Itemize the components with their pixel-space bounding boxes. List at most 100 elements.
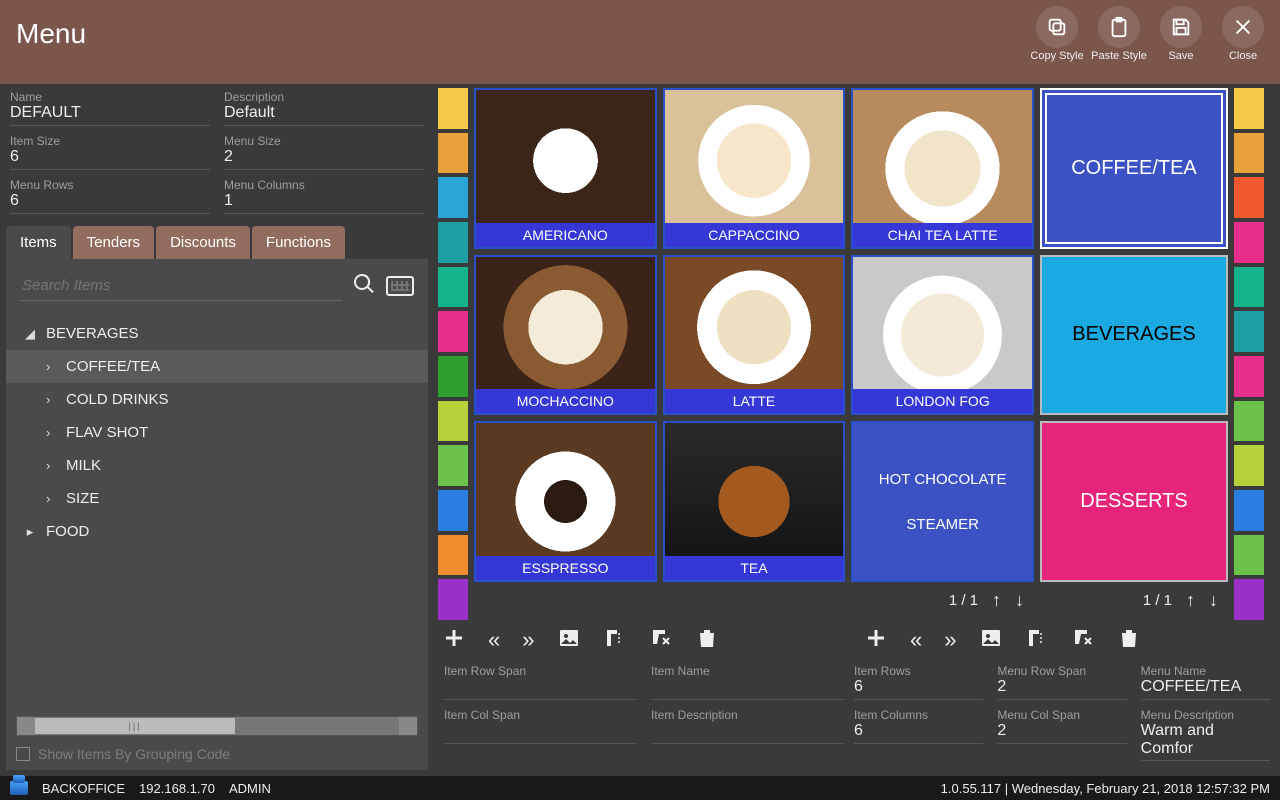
menu-page-down[interactable]: ↓ [1209,590,1218,611]
left-bottom: Show Items By Grouping Code [6,716,428,770]
page-title: Menu [0,0,86,50]
left-fields: Name DEFAULT Description Default Item Si… [0,84,434,220]
field-item columns[interactable]: Item Columns 6 [854,706,983,767]
expand-icon: ◢ [24,326,36,342]
color-swatch-right-7[interactable] [1234,401,1264,442]
tab-discounts[interactable]: Discounts [156,226,250,259]
clear-format-icon [649,637,673,654]
item-tile-mochaccino[interactable]: MOCHACCINO [474,255,657,416]
color-swatch-left-7[interactable] [438,401,468,442]
color-swatch-left-0[interactable] [438,88,468,129]
paste-style-button[interactable]: Paste Style [1090,6,1148,62]
field-item row span[interactable]: Item Row Span [444,662,637,706]
menu-tile-desserts[interactable]: DESSERTS [1040,421,1228,582]
color-swatch-right-4[interactable] [1234,267,1264,308]
search-input[interactable] [20,271,342,301]
color-swatch-left-5[interactable] [438,311,468,352]
delete-button[interactable] [695,626,719,655]
field-item rows[interactable]: Item Rows 6 [854,662,983,706]
color-swatch-left-11[interactable] [438,579,468,620]
field-menu rows[interactable]: Menu Rows 6 [10,176,210,220]
prev-button[interactable]: « [488,627,500,653]
horizontal-scrollbar[interactable] [16,716,418,736]
field-menu size[interactable]: Menu Size 2 [224,132,424,176]
color-swatch-left-2[interactable] [438,177,468,218]
image-button[interactable] [557,626,581,655]
image-button[interactable] [979,626,1003,655]
color-swatch-left-6[interactable] [438,356,468,397]
color-swatch-right-3[interactable] [1234,222,1264,263]
menu-tile-coffee-tea[interactable]: COFFEE/TEA [1040,88,1228,249]
save-button[interactable]: Save [1152,6,1210,62]
item-tile-hot-chocolate[interactable]: HOT CHOCOLATE STEAMER [851,421,1034,582]
add-button[interactable] [442,626,466,655]
tree-item-flav-shot[interactable]: › FLAV SHOT [6,416,428,449]
field-description[interactable]: Description Default [224,88,424,132]
format-button[interactable] [603,626,627,655]
tree-item-food[interactable]: ▸ FOOD [6,515,428,548]
color-swatch-right-5[interactable] [1234,311,1264,352]
search-icon[interactable] [352,272,376,301]
lower-fields-right: Item Rows 6 Menu Row Span 2 Menu Name CO… [854,662,1270,767]
item-page-up[interactable]: ↑ [992,590,1001,611]
tab-functions[interactable]: Functions [252,226,345,259]
color-swatch-right-2[interactable] [1234,177,1264,218]
copy-style-button[interactable]: Copy Style [1028,6,1086,62]
item-page-down[interactable]: ↓ [1015,590,1024,611]
delete-icon [695,637,719,654]
tree-item-coffee-tea[interactable]: › COFFEE/TEA [6,350,428,383]
item-tile-tea[interactable]: TEA [663,421,846,582]
grouping-code-checkbox[interactable]: Show Items By Grouping Code [16,746,418,762]
menu-page-up[interactable]: ↑ [1186,590,1195,611]
field-item description[interactable]: Item Description [651,706,844,750]
item-tile-latte[interactable]: LATTE [663,255,846,416]
color-swatch-left-9[interactable] [438,490,468,531]
field-menu description[interactable]: Menu Description Warm and Comfor [1141,706,1270,767]
color-swatch-right-10[interactable] [1234,535,1264,576]
field-menu row span[interactable]: Menu Row Span 2 [997,662,1126,706]
add-button[interactable] [864,626,888,655]
tree-item-beverages[interactable]: ◢ BEVERAGES [6,317,428,350]
field-item col span[interactable]: Item Col Span [444,706,637,750]
color-swatch-right-9[interactable] [1234,490,1264,531]
color-swatch-left-1[interactable] [438,133,468,174]
color-swatch-right-11[interactable] [1234,579,1264,620]
color-swatch-left-4[interactable] [438,267,468,308]
footer-ip: 192.168.1.70 [139,781,215,796]
color-swatch-left-3[interactable] [438,222,468,263]
field-item name[interactable]: Item Name [651,662,844,706]
chevron-right-icon: › [46,458,56,473]
item-tile-cappaccino[interactable]: CAPPACCINO [663,88,846,249]
tab-tenders[interactable]: Tenders [73,226,154,259]
color-swatch-right-8[interactable] [1234,445,1264,486]
field-menu name[interactable]: Menu Name COFFEE/TEA [1141,662,1270,706]
item-tile-esspresso[interactable]: ESSPRESSO [474,421,657,582]
color-swatch-left-10[interactable] [438,535,468,576]
item-tile-americano[interactable]: AMERICANO [474,88,657,249]
clear-format-button[interactable] [649,626,673,655]
next-button[interactable]: » [944,627,956,653]
color-swatch-right-0[interactable] [1234,88,1264,129]
color-swatch-left-8[interactable] [438,445,468,486]
color-swatch-right-1[interactable] [1234,133,1264,174]
prev-button[interactable]: « [910,627,922,653]
field-menu col span[interactable]: Menu Col Span 2 [997,706,1126,767]
field-name[interactable]: Name DEFAULT [10,88,210,132]
item-tile-london-fog[interactable]: LONDON FOG [851,255,1034,416]
keyboard-icon[interactable] [386,276,414,296]
tree-item-cold-drinks[interactable]: › COLD DRINKS [6,383,428,416]
clear-format-button[interactable] [1071,626,1095,655]
footer-user: ADMIN [229,781,271,796]
next-button[interactable]: » [522,627,534,653]
item-tile-chai-tea-latte[interactable]: CHAI TEA LATTE [851,88,1034,249]
color-swatch-right-6[interactable] [1234,356,1264,397]
format-button[interactable] [1025,626,1049,655]
delete-button[interactable] [1117,626,1141,655]
field-menu columns[interactable]: Menu Columns 1 [224,176,424,220]
close-button[interactable]: Close [1214,6,1272,62]
field-item size[interactable]: Item Size 6 [10,132,210,176]
tree-item-milk[interactable]: › MILK [6,449,428,482]
tree-item-size[interactable]: › SIZE [6,482,428,515]
tab-items[interactable]: Items [6,226,71,259]
menu-tile-beverages[interactable]: BEVERAGES [1040,255,1228,416]
